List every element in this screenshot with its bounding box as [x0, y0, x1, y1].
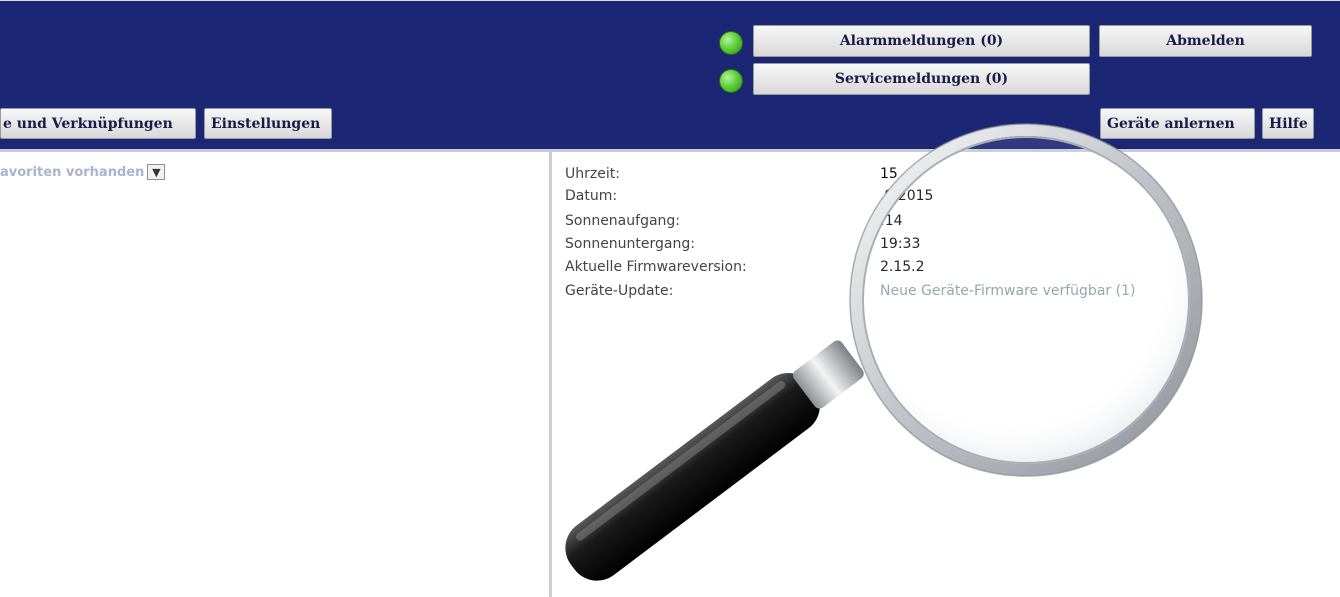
info-label-device-update: Geräte-Update: — [565, 283, 674, 299]
panel-divider — [549, 152, 552, 597]
device-firmware-update-link[interactable]: Neue Geräte-Firmware verfügbar (1) — [880, 283, 1135, 299]
service-messages-button[interactable]: Servicemeldungen (0) — [753, 63, 1090, 95]
favorites-select[interactable]: avoriten vorhanden ▼ — [0, 163, 166, 181]
nav-programs-links-button[interactable]: e und Verknüpfungen — [0, 108, 196, 139]
info-label-time: Uhrzeit: — [565, 166, 620, 182]
favorites-select-value: avoriten vorhanden — [0, 164, 145, 180]
info-label-sunrise: Sonnenaufgang: — [565, 213, 681, 229]
nav-help-button[interactable]: Hilfe — [1262, 108, 1314, 139]
logout-button[interactable]: Abmelden — [1099, 25, 1312, 57]
info-value-sunset: 19:33 — [880, 236, 921, 252]
info-value-sunrise: :14 — [880, 213, 903, 229]
header-bar: Alarmmeldungen (0) Abmelden Servicemeldu… — [0, 0, 1340, 152]
info-value-firmware: 2.15.2 — [880, 259, 925, 275]
info-label-firmware: Aktuelle Firmwareversion: — [565, 259, 747, 275]
info-value-time: 15 — [880, 166, 898, 182]
chevron-down-icon[interactable]: ▼ — [147, 164, 166, 180]
info-label-sunset: Sonnenuntergang: — [565, 236, 695, 252]
alarm-status-indicator — [719, 31, 743, 55]
nav-teach-devices-button[interactable]: Geräte anlernen — [1100, 108, 1255, 139]
service-status-indicator — [719, 69, 743, 93]
info-value-date: .9.2015 — [880, 188, 934, 204]
info-label-date: Datum: — [565, 188, 618, 204]
alarm-messages-button[interactable]: Alarmmeldungen (0) — [753, 25, 1090, 57]
nav-settings-button[interactable]: Einstellungen — [204, 108, 332, 139]
